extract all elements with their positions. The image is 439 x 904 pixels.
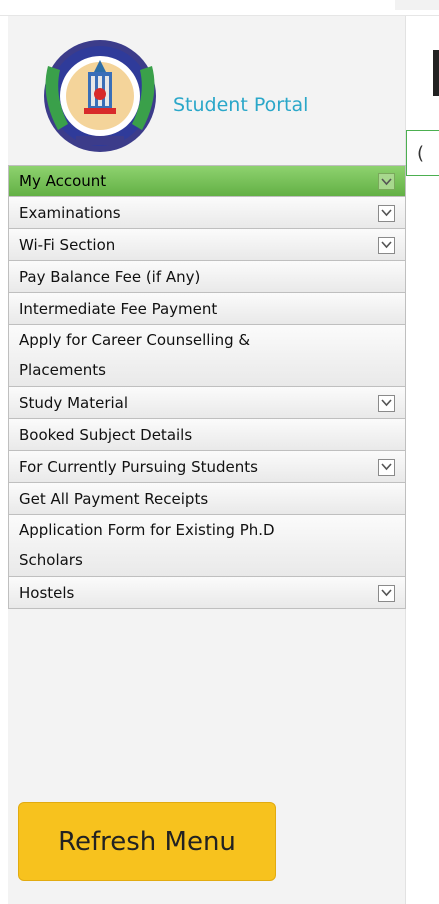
chevron-down-icon[interactable]	[378, 584, 395, 602]
menu-item-my-account[interactable]: My Account	[8, 165, 406, 197]
menu-item-label: Study Material	[19, 393, 129, 412]
menu-item-career-counselling[interactable]: Apply for Career Counselling & Placement…	[8, 325, 406, 387]
menu-item-booked-subject-details[interactable]: Booked Subject Details	[8, 419, 406, 451]
chevron-down-icon[interactable]	[378, 394, 395, 412]
menu-item-phd-application[interactable]: Application Form for Existing Ph.D Schol…	[8, 515, 406, 577]
chevron-down-icon[interactable]	[378, 458, 395, 476]
menu-item-hostels[interactable]: Hostels	[8, 577, 406, 609]
menu-item-label: Pay Balance Fee (if Any)	[19, 267, 201, 286]
menu-item-label: Intermediate Fee Payment	[19, 299, 218, 318]
menu-item-label: Examinations	[19, 203, 121, 222]
side-menu: My Account Examinations Wi-Fi Section Pa…	[8, 165, 406, 609]
top-bar	[0, 0, 439, 16]
menu-item-label: For Currently Pursuing Students	[19, 457, 258, 476]
chevron-down-icon[interactable]	[378, 173, 395, 190]
portal-brand: Student Portal	[173, 94, 309, 116]
chevron-down-icon[interactable]	[378, 236, 395, 254]
menu-item-examinations[interactable]: Examinations	[8, 197, 406, 229]
menu-item-pay-balance-fee[interactable]: Pay Balance Fee (if Any)	[8, 261, 406, 293]
menu-item-label: Apply for Career Counselling & Placement…	[19, 331, 251, 379]
menu-item-currently-pursuing-students[interactable]: For Currently Pursuing Students	[8, 451, 406, 483]
main-content-char: (	[417, 143, 425, 164]
menu-item-payment-receipts[interactable]: Get All Payment Receipts	[8, 483, 406, 515]
university-emblem-icon	[38, 36, 168, 156]
menu-item-label: Hostels	[19, 583, 75, 602]
main-header-edge	[433, 50, 439, 96]
menu-item-label: Get All Payment Receipts	[19, 489, 209, 508]
menu-item-intermediate-fee-payment[interactable]: Intermediate Fee Payment	[8, 293, 406, 325]
menu-item-label: My Account	[19, 172, 107, 190]
chevron-down-icon[interactable]	[378, 204, 395, 222]
sidebar: Student Portal My Account Examinations W…	[8, 16, 406, 904]
menu-item-label: Wi-Fi Section	[19, 235, 116, 254]
menu-item-label: Application Form for Existing Ph.D Schol…	[19, 521, 275, 569]
menu-item-label: Booked Subject Details	[19, 425, 193, 444]
refresh-menu-button[interactable]: Refresh Menu	[18, 802, 276, 881]
top-bar-shade	[395, 0, 439, 10]
menu-item-wifi-section[interactable]: Wi-Fi Section	[8, 229, 406, 261]
menu-item-study-material[interactable]: Study Material	[8, 387, 406, 419]
main-content-box: (	[406, 130, 439, 176]
